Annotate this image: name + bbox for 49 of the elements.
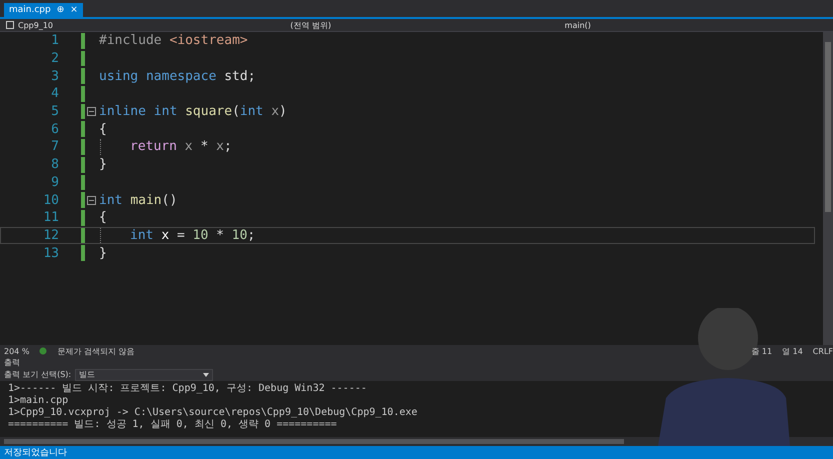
output-line: 1>main.cpp bbox=[8, 395, 70, 407]
line-number: 11 bbox=[42, 210, 59, 226]
line-number: 8 bbox=[50, 157, 59, 172]
line-number: 10 bbox=[42, 192, 59, 208]
zoom-level[interactable]: 204 % bbox=[4, 346, 30, 356]
line-number: 1 bbox=[50, 33, 59, 48]
line-indicator: 줄 11 bbox=[751, 346, 772, 356]
code-line: inline int square(int x) bbox=[99, 104, 287, 120]
pin-icon[interactable]: ⊕ bbox=[56, 5, 64, 15]
output-source-label: 출력 보기 선택(S): bbox=[4, 369, 72, 380]
scrollbar-thumb[interactable] bbox=[825, 42, 831, 212]
code-line: int x = 10 * 10; bbox=[130, 228, 256, 243]
close-icon[interactable]: × bbox=[70, 5, 78, 15]
line-number: 7 bbox=[50, 139, 59, 154]
line-number: 2 bbox=[50, 51, 59, 66]
line-number: 3 bbox=[50, 68, 59, 84]
output-source-dropdown[interactable]: 빌드 bbox=[75, 368, 214, 380]
member-dropdown[interactable]: main() bbox=[564, 20, 591, 30]
issues-status: 문제가 검색되지 않음 bbox=[57, 346, 135, 356]
line-number: 5 bbox=[50, 104, 59, 120]
output-line: 1>Cpp9_10.vcxproj -> C:\Users\source\repos\Cpp9_10\Debug\Cpp9_10.exe bbox=[8, 407, 418, 419]
horizontal-scrollbar[interactable] bbox=[4, 439, 624, 444]
line-number: 6 bbox=[50, 122, 59, 137]
scope-dropdown[interactable]: (전역 범위) bbox=[290, 20, 332, 30]
status-message: 저장되었습니다 bbox=[4, 447, 67, 459]
collapse-icon[interactable] bbox=[87, 196, 96, 205]
output-line: 1>------ 빌드 시작: 프로젝트: Cpp9_10, 구성: Debug Win32 ------ bbox=[8, 383, 368, 395]
code-line: int main() bbox=[99, 192, 178, 208]
code-line: using namespace std; bbox=[99, 68, 256, 84]
code-line: { bbox=[99, 122, 107, 137]
code-line: return x * x; bbox=[130, 139, 232, 154]
output-line: ========== 빌드: 성공 1, 실패 0, 최신 0, 생략 0 ========== bbox=[8, 419, 338, 431]
caret-icon bbox=[203, 372, 210, 376]
code-line: } bbox=[99, 246, 107, 261]
line-ending: CRLF bbox=[812, 346, 833, 356]
code-line: #include <iostream> bbox=[99, 33, 248, 48]
editor-tab[interactable]: main.cpp ⊕ × bbox=[4, 3, 83, 17]
project-icon bbox=[6, 21, 14, 29]
check-icon bbox=[39, 347, 48, 355]
column-indicator: 열 14 bbox=[782, 346, 803, 356]
line-number: 13 bbox=[42, 246, 59, 261]
line-number: 9 bbox=[50, 174, 59, 190]
code-line: } bbox=[99, 157, 107, 172]
line-number: 12 bbox=[42, 228, 59, 243]
code-line: { bbox=[99, 210, 107, 226]
output-title: 출력 bbox=[4, 357, 20, 368]
project-dropdown[interactable]: Cpp9_10 bbox=[18, 20, 54, 30]
line-number: 4 bbox=[50, 86, 59, 102]
collapse-icon[interactable] bbox=[87, 107, 96, 116]
